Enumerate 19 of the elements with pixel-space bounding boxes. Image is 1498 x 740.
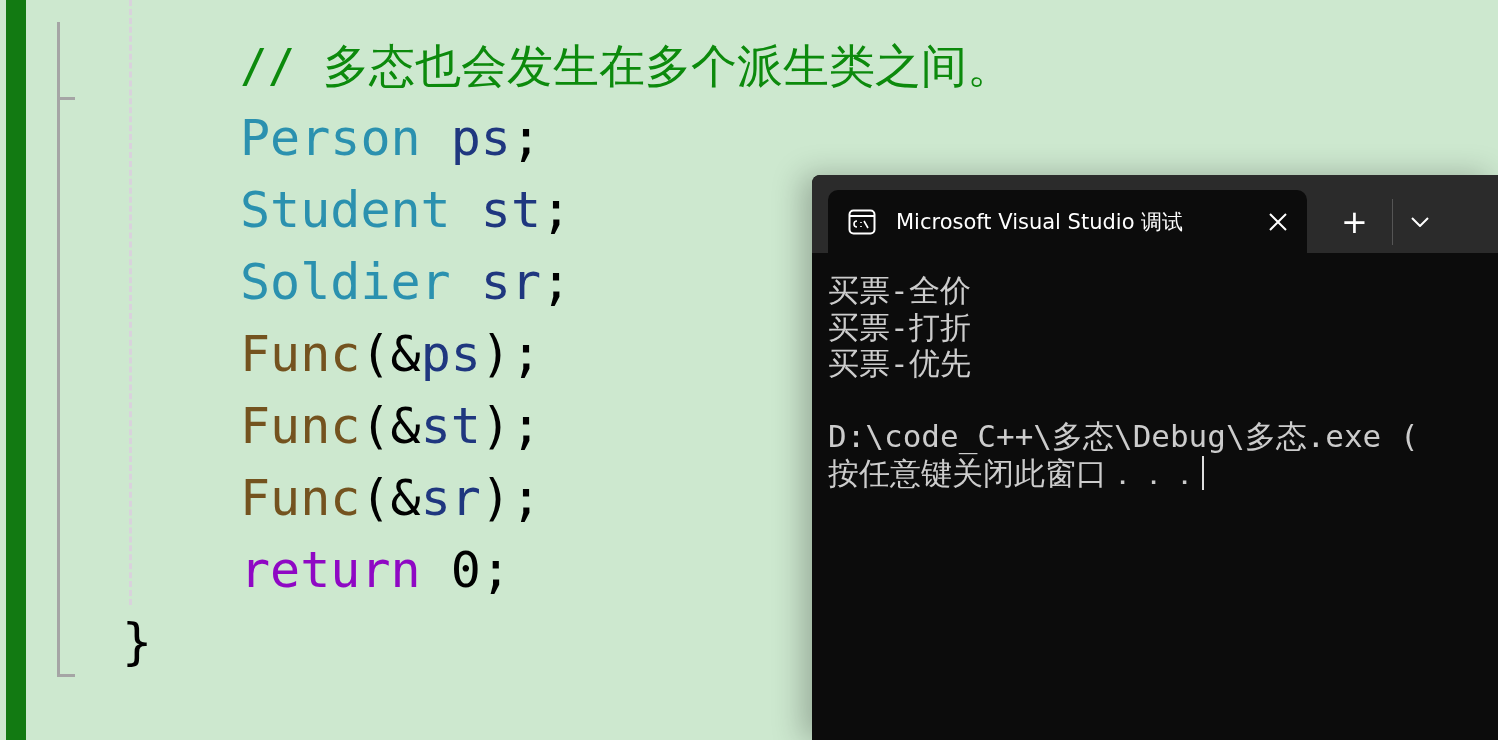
code-line: Person ps;	[240, 108, 542, 169]
code-line: Func(&st);	[240, 396, 542, 457]
code-line: }	[122, 612, 154, 673]
code-line: Soldier sr;	[240, 252, 572, 313]
code-line: return 0;	[240, 540, 511, 601]
terminal-tab[interactable]: Microsoft Visual Studio 调试	[828, 190, 1307, 253]
chevron-down-icon[interactable]	[1410, 216, 1429, 227]
code-line: Student st;	[240, 180, 572, 241]
new-tab-button[interactable]: +	[1335, 202, 1374, 241]
code-line: // 多态也会发生在多个派生类之间。	[240, 38, 1014, 95]
console-output-line: 买票-全价	[828, 272, 971, 309]
console-output-line: 按任意键关闭此窗口．．．	[828, 454, 1200, 491]
console-output-line: D:\code_C++\多态\Debug\多态.exe (	[828, 418, 1419, 455]
console-output-line: 买票-优先	[828, 345, 971, 382]
code-line: Func(&ps);	[240, 324, 542, 385]
close-icon[interactable]	[1269, 212, 1287, 231]
console-icon	[848, 208, 876, 235]
console-output-line: 买票-打折	[828, 308, 971, 345]
code-line: Func(&sr);	[240, 468, 542, 529]
